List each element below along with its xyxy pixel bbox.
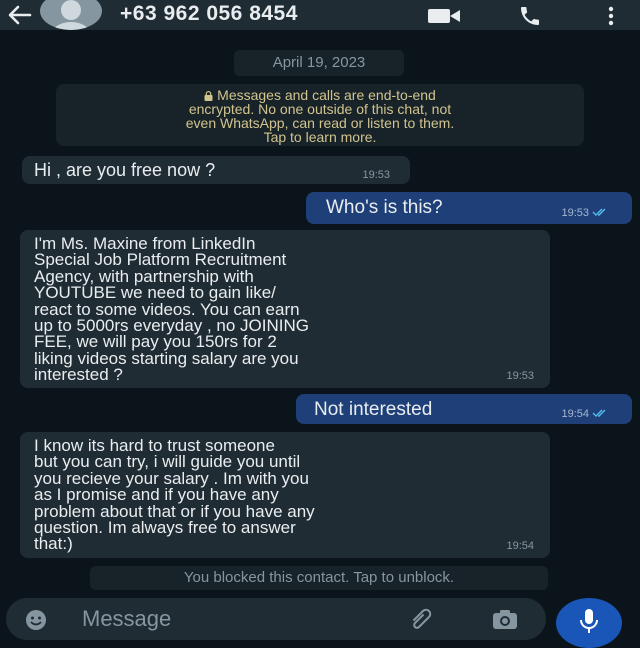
encryption-notice[interactable]: Messages and calls are end-to-end encryp… [56, 84, 584, 146]
message-bubble-incoming[interactable]: I know its hard to trust someone but you… [20, 432, 550, 558]
read-receipt-icon [592, 208, 606, 216]
encryption-notice-line: Messages and calls are end-to-end [56, 88, 584, 102]
lock-icon [204, 91, 213, 101]
voice-record-button[interactable] [556, 598, 622, 648]
camera-icon[interactable] [492, 608, 518, 630]
message-line: interested ? [34, 365, 123, 385]
encryption-notice-line: encrypted. No one outside of this chat, … [188, 101, 452, 117]
message-bubble-outgoing[interactable]: Not interested 19:54 [296, 394, 632, 424]
message-text: Hi , are you free now ? [34, 160, 216, 180]
arrow-left-icon[interactable] [6, 3, 32, 27]
message-time: 19:53 [362, 169, 390, 181]
phone-icon[interactable] [518, 4, 542, 28]
contact-name[interactable]: +63 962 056 8454 [120, 2, 298, 26]
message-bubble-incoming[interactable]: I'm Ms. Maxine from LinkedIn Special Job… [20, 230, 550, 388]
message-time: 19:53 [506, 369, 534, 382]
message-line: question. Im always free to answer [34, 518, 296, 538]
message-input[interactable]: Message [82, 606, 171, 632]
message-time-wrap: 19:54 [561, 408, 608, 420]
blocked-contact-notice[interactable]: You blocked this contact. Tap to unblock… [90, 566, 548, 590]
read-receipt-icon [592, 409, 606, 417]
message-time: 19:54 [506, 539, 534, 552]
message-bubble-outgoing[interactable]: Who's is this? 19:53 [306, 192, 632, 224]
chat-header: +63 962 056 8454 [0, 0, 640, 30]
avatar[interactable] [40, 0, 102, 30]
message-bubble-incoming[interactable]: Hi , are you free now ? 19:53 [22, 156, 410, 184]
emoji-icon[interactable] [24, 608, 48, 632]
encryption-notice-line: even WhatsApp, can read or listen to the… [185, 115, 455, 131]
message-composer[interactable]: Message [6, 598, 546, 640]
attach-icon[interactable] [408, 608, 434, 630]
message-line: that:) [34, 534, 73, 554]
message-time-wrap: 19:53 [561, 207, 608, 219]
date-divider: April 19, 2023 [234, 50, 404, 76]
encryption-notice-line: Tap to learn more. [263, 129, 377, 145]
message-time: 19:53 [561, 207, 589, 219]
video-call-icon[interactable] [426, 7, 462, 25]
more-vert-icon[interactable] [606, 5, 616, 27]
message-time: 19:54 [561, 408, 589, 420]
mic-icon [580, 609, 598, 633]
